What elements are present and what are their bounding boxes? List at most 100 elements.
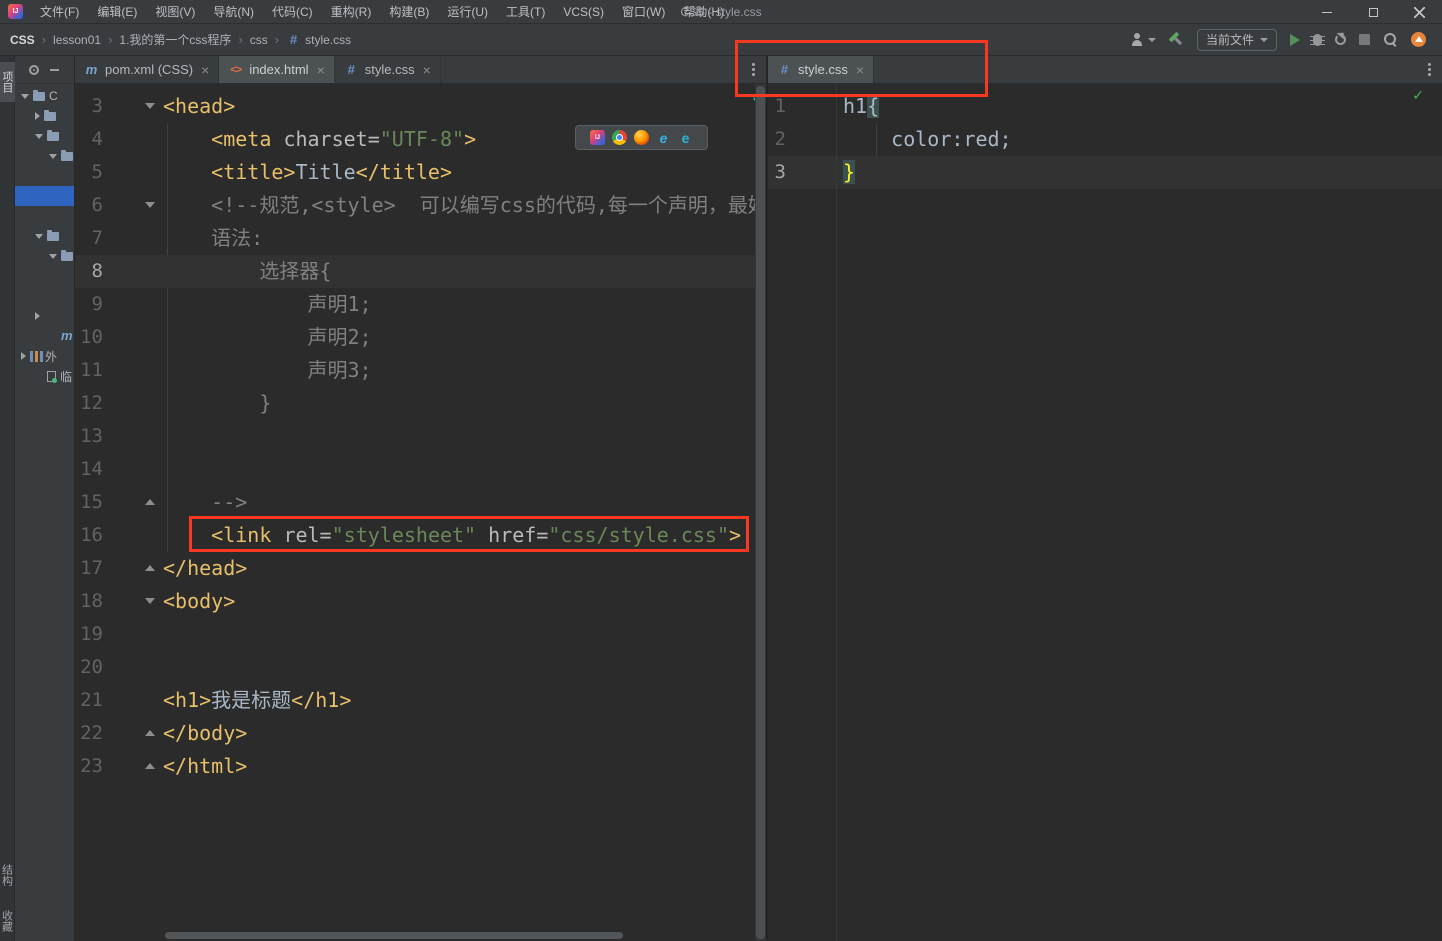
chevron-right-icon[interactable] <box>35 312 40 320</box>
maximize-button[interactable] <box>1350 0 1396 24</box>
breadcrumb-item[interactable]: lesson01 <box>53 33 101 47</box>
folder-icon <box>33 89 45 101</box>
breadcrumb-item[interactable]: # style.css <box>286 32 351 47</box>
tab-index.html[interactable]: <> index.html × <box>219 56 335 83</box>
fold-end-icon[interactable] <box>145 730 155 736</box>
breadcrumb-item[interactable]: 1.我的第一个css程序 <box>119 31 231 48</box>
search-everywhere-icon[interactable] <box>1383 32 1398 47</box>
tree-row[interactable]: 临 <box>15 366 74 386</box>
tree-row[interactable] <box>15 226 74 246</box>
toolwindow-button-结构[interactable]: 结构 <box>0 855 15 895</box>
menu-item[interactable]: 编辑(E) <box>88 0 146 24</box>
line-number: 5 <box>91 161 103 183</box>
breadcrumb-item[interactable]: css <box>250 33 268 47</box>
chevron-right-icon[interactable] <box>35 112 40 120</box>
tree-row[interactable]: 外 <box>15 346 74 366</box>
breadcrumb-item[interactable]: CSS <box>10 33 35 47</box>
more-options-icon[interactable] <box>744 56 762 83</box>
build-hammer-icon[interactable] <box>1166 29 1187 50</box>
menu-item[interactable]: 代码(C) <box>263 0 322 24</box>
tree-row[interactable]: C <box>15 86 74 106</box>
rerun-icon[interactable] <box>1335 34 1346 45</box>
scrollbar-thumb[interactable] <box>756 86 765 939</box>
line-number: 2 <box>774 128 786 150</box>
browser-bar: IJ e e <box>575 125 708 150</box>
menu-item[interactable]: VCS(S) <box>554 0 613 24</box>
code-text: } <box>163 391 272 415</box>
menu-item[interactable]: 工具(T) <box>497 0 554 24</box>
chevron-down-icon[interactable] <box>21 93 29 99</box>
chevron-right-icon[interactable] <box>21 352 26 360</box>
tree-row[interactable] <box>15 266 74 286</box>
fold-end-icon[interactable] <box>145 565 155 571</box>
chevron-down-icon[interactable] <box>49 153 57 159</box>
chevron-down-icon[interactable] <box>35 233 43 239</box>
tab-pom.xml (CSS)[interactable]: m pom.xml (CSS) × <box>75 56 220 83</box>
tree-row[interactable]: m <box>15 326 74 346</box>
tree-row[interactable] <box>15 126 74 146</box>
tree-row[interactable] <box>15 286 74 306</box>
chevron-down-icon <box>1147 37 1156 42</box>
tree-row[interactable] <box>15 186 74 206</box>
close-tab-icon[interactable]: × <box>423 62 431 78</box>
update-notification-icon[interactable] <box>1411 32 1426 47</box>
line-number: 18 <box>80 590 103 612</box>
editor-left-code[interactable]: 3 <head> 4 <meta charset="UTF-8"> 5 <title>… <box>75 84 755 941</box>
menu-item[interactable]: 视图(V) <box>146 0 204 24</box>
run-configuration-select[interactable]: 当前文件 <box>1196 28 1277 51</box>
minimize-button[interactable] <box>1304 0 1350 24</box>
menu-item[interactable]: 运行(U) <box>438 0 497 24</box>
edge-icon[interactable]: e <box>678 130 693 146</box>
code-line: 23 </html> <box>75 750 755 783</box>
code-line: 16 <link rel="stylesheet" href="css/styl… <box>75 519 755 552</box>
close-tab-icon[interactable]: × <box>856 62 864 78</box>
fold-collapse-icon[interactable] <box>145 202 155 208</box>
line-number: 3 <box>774 161 786 183</box>
chevron-down-icon[interactable] <box>49 253 57 259</box>
horizontal-scrollbar[interactable] <box>165 932 623 939</box>
code-text: } <box>843 160 856 184</box>
close-tab-icon[interactable]: × <box>201 62 209 78</box>
tree-row[interactable] <box>15 146 74 166</box>
code-line: 8 选择器{ <box>75 255 755 288</box>
chrome-icon[interactable] <box>612 130 627 145</box>
vertical-scrollbar[interactable] <box>755 84 766 941</box>
tab-style.css[interactable]: # style.css × <box>335 56 441 83</box>
fold-collapse-icon[interactable] <box>145 103 155 109</box>
close-tab-icon[interactable]: × <box>317 62 325 78</box>
inspection-status-icon[interactable]: ✓ <box>1412 88 1424 104</box>
gear-icon[interactable] <box>29 64 39 75</box>
tree-row[interactable] <box>15 106 74 126</box>
user-menu[interactable] <box>1129 32 1156 48</box>
toolwindow-button-项目[interactable]: 项目 <box>0 62 15 102</box>
tree-row[interactable] <box>15 246 74 266</box>
stop-button[interactable] <box>1359 34 1370 45</box>
editor-right-code[interactable]: 1 h1{2 color:red; 3} <box>768 84 1442 941</box>
run-button[interactable] <box>1290 33 1300 46</box>
hide-panel-icon[interactable] <box>50 68 59 71</box>
menu-item[interactable]: 重构(R) <box>322 0 381 24</box>
chevron-down-icon[interactable] <box>35 133 43 139</box>
editor-right: # style.css × 1 h1{2 color:red; 3} ✓ <box>768 56 1442 941</box>
menu-item[interactable]: 构建(B) <box>380 0 438 24</box>
menu-item[interactable]: 导航(N) <box>204 0 263 24</box>
fold-end-icon[interactable] <box>145 763 155 769</box>
fold-collapse-icon[interactable] <box>145 598 155 604</box>
debug-button[interactable] <box>1310 33 1325 46</box>
menu-item[interactable]: 文件(F) <box>31 0 88 24</box>
code-line: 12 } <box>75 387 755 420</box>
code-text: 声明2; <box>163 325 372 349</box>
more-options-icon[interactable] <box>1420 56 1438 83</box>
tab-style.css[interactable]: # style.css × <box>768 56 875 83</box>
menu-item[interactable]: 窗口(W) <box>613 0 674 24</box>
toolwindow-button-收藏[interactable]: 收藏 <box>0 901 15 941</box>
tree-row[interactable] <box>15 206 74 226</box>
tree-row[interactable] <box>15 166 74 186</box>
idea-icon[interactable]: IJ <box>590 130 605 145</box>
ie-icon[interactable]: e <box>656 130 671 146</box>
close-button[interactable] <box>1396 0 1442 24</box>
fold-end-icon[interactable] <box>145 499 155 505</box>
tab-spacer <box>441 56 740 83</box>
tree-row[interactable] <box>15 306 74 326</box>
firefox-icon[interactable] <box>634 130 649 145</box>
